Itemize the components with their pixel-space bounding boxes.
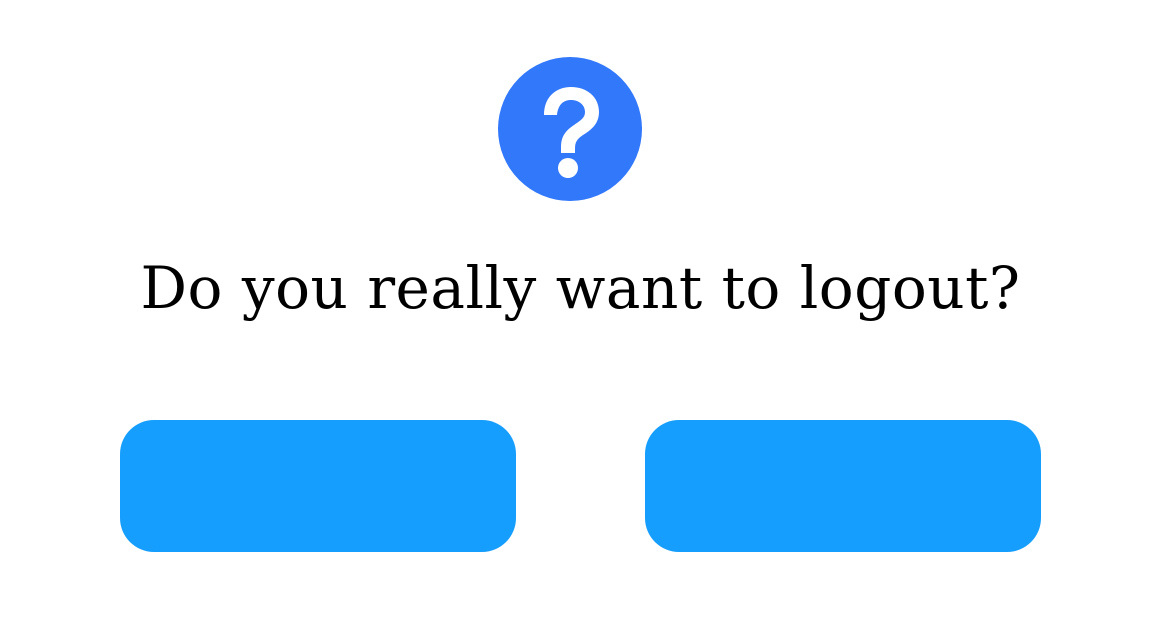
confirm-logout-button[interactable] — [120, 420, 516, 552]
logout-confirm-dialog: Do you really want to logout? — [0, 0, 1161, 624]
cancel-logout-button[interactable] — [645, 420, 1041, 552]
logout-confirm-message: Do you really want to logout? — [140, 254, 1021, 322]
question-circle-icon — [498, 57, 642, 201]
